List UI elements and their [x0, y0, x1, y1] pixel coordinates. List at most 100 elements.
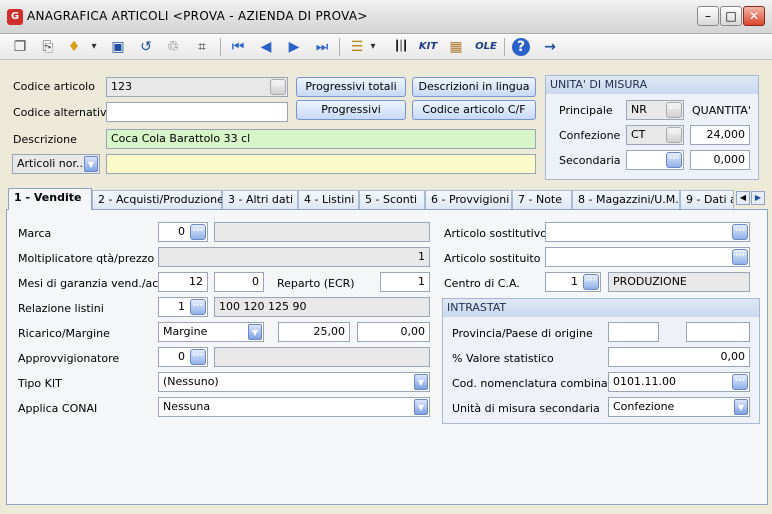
tab-scroll-left-icon[interactable]: ◀ [736, 191, 750, 205]
centro-ca-description: PRODUZIONE [608, 272, 750, 292]
save-icon[interactable]: ▣ [108, 37, 128, 57]
um-confezione-quantity[interactable]: 24,000 [690, 125, 750, 145]
applica-conai-label: Applica CONAI [18, 402, 98, 415]
provincia-paese-label: Provincia/Paese di origine [452, 327, 593, 340]
unita-misura-title: UNITA' DI MISURA [546, 76, 758, 94]
tab-listini[interactable]: 4 - Listini [298, 190, 359, 209]
close-button[interactable]: ✕ [743, 6, 765, 26]
codice-alternativo-label: Codice alternativo [13, 106, 114, 119]
tab-dati-aggiuntivi[interactable]: 9 - Dati a [680, 190, 734, 209]
tag-icon[interactable]: ♦ [64, 37, 84, 57]
mesi-garanzia-acquisto-field[interactable]: 0 [214, 272, 264, 292]
intrastat-title: INTRASTAT [443, 299, 759, 317]
extra-description-field[interactable] [106, 154, 536, 174]
codice-articolo-field[interactable]: 123 [106, 77, 288, 97]
binoculars-icon[interactable]: ⌗ [192, 37, 212, 57]
paese-origine-field[interactable] [686, 322, 750, 342]
progressivi-button[interactable]: Progressivi [296, 100, 406, 120]
progressivi-totali-button[interactable]: Progressivi totali [296, 77, 406, 97]
toolbar-separator [504, 38, 505, 56]
chevron-down-icon[interactable]: ▼ [734, 399, 748, 415]
provincia-origine-field[interactable] [608, 322, 659, 342]
um-principale-lookup-button[interactable]: ··· [666, 102, 682, 118]
package-icon[interactable]: ▦ [446, 37, 466, 57]
help-icon[interactable]: ? [512, 38, 530, 56]
codice-articolo-lookup-button[interactable]: ··· [270, 79, 286, 95]
codice-alternativo-field[interactable] [106, 102, 288, 122]
copy-icon[interactable]: ⎘ [38, 37, 58, 57]
um-secondaria-intrastat-label: Unità di misura secondaria [452, 402, 600, 415]
articolo-sostituito-label: Articolo sostituito [444, 252, 541, 265]
approvvigionatore-label: Approvvigionatore [18, 352, 120, 365]
approvvigionatore-description [214, 347, 430, 367]
last-record-icon[interactable]: ⏭ [312, 37, 332, 57]
tab-bar: 1 - Vendite 2 - Acquisti/Produzione 3 - … [6, 188, 768, 210]
nomenclatura-field[interactable]: 0101.11.00 [608, 372, 750, 392]
centro-ca-label: Centro di C.A. [444, 277, 520, 290]
maximize-button[interactable]: □ [720, 6, 742, 26]
barcode-icon[interactable]: ┃│┃ [390, 37, 410, 57]
tab-vendite[interactable]: 1 - Vendite [8, 188, 92, 210]
articolo-sostitutivo-lookup-button[interactable]: ··· [732, 224, 748, 240]
marca-label: Marca [18, 227, 52, 240]
articolo-sostituito-lookup-button[interactable]: ··· [732, 249, 748, 265]
exit-icon[interactable]: → [540, 37, 560, 57]
tab-altri-dati[interactable]: 3 - Altri dati [222, 190, 298, 209]
mesi-garanzia-vendita-field[interactable]: 12 [158, 272, 208, 292]
um-confezione-lookup-button[interactable]: ··· [666, 127, 682, 143]
marca-description-field [214, 222, 430, 242]
next-record-icon[interactable]: ▶ [284, 37, 304, 57]
codice-articolo-cf-button[interactable]: Codice articolo C/F [412, 100, 536, 120]
tab-provvigioni[interactable]: 6 - Provvigioni [425, 190, 512, 209]
relazione-listini-label: Relazione listini [18, 302, 104, 315]
um-principale-label: Principale [559, 104, 613, 117]
moltiplicatore-field[interactable]: 1 [158, 247, 430, 267]
descrizioni-lingua-button[interactable]: Descrizioni in lingua [412, 77, 536, 97]
um-secondaria-lookup-button[interactable]: ··· [666, 152, 682, 168]
reparto-field[interactable]: 1 [380, 272, 430, 292]
ole-icon[interactable]: OLE [474, 37, 498, 57]
tipo-kit-select[interactable]: (Nessuno) [158, 372, 430, 392]
ricarico-value2-field[interactable]: 0,00 [357, 322, 430, 342]
centro-ca-lookup-button[interactable]: ··· [583, 274, 599, 290]
nomenclatura-lookup-button[interactable]: ··· [732, 374, 748, 390]
tab-scroll-right-icon[interactable]: ▶ [751, 191, 765, 205]
moltiplicatore-label: Moltiplicatore qtà/prezzo [18, 252, 155, 265]
first-record-icon[interactable]: ⏮ [228, 37, 248, 57]
applica-conai-select[interactable]: Nessuna [158, 397, 430, 417]
chevron-down-icon[interactable]: ▼ [414, 374, 428, 390]
articolo-sostituito-field[interactable] [545, 247, 750, 267]
chevron-down-icon[interactable]: ▼ [414, 399, 428, 415]
um-secondaria-label: Secondaria [559, 154, 621, 167]
undo-icon[interactable]: ↺ [136, 37, 156, 57]
tab-note[interactable]: 7 - Note [512, 190, 572, 209]
marca-lookup-button[interactable]: ··· [190, 224, 206, 240]
tag-dropdown-icon[interactable]: ▾ [88, 37, 100, 57]
descrizione-field[interactable]: Coca Cola Barattolo 33 cl [106, 129, 536, 149]
chevron-down-icon[interactable]: ▼ [84, 156, 98, 172]
um-secondaria-intrastat-select[interactable]: Confezione [608, 397, 750, 417]
um-secondaria-quantity[interactable]: 0,000 [690, 150, 750, 170]
approvvigionatore-lookup-button[interactable]: ··· [190, 349, 206, 365]
window-title: ANAGRAFICA ARTICOLI <PROVA - AZIENDA DI … [27, 9, 368, 23]
app-icon: G [7, 9, 23, 25]
relazione-listini-lookup-button[interactable]: ··· [190, 299, 206, 315]
kit-icon[interactable]: KIT [418, 37, 438, 57]
minimize-button[interactable]: – [697, 6, 719, 26]
valore-statistico-field[interactable]: 0,00 [608, 347, 750, 367]
tab-acquisti-produzione[interactable]: 2 - Acquisti/Produzione [92, 190, 224, 209]
tab-sconti[interactable]: 5 - Sconti [359, 190, 425, 209]
toolbar-separator [220, 38, 221, 56]
quantita-label: QUANTITA' [692, 104, 751, 117]
valore-statistico-label: % Valore statistico [452, 352, 554, 365]
ricarico-value1-field[interactable]: 25,00 [278, 322, 350, 342]
list-view-icon[interactable]: ☰ [347, 37, 367, 57]
list-dropdown-icon[interactable]: ▾ [367, 37, 379, 57]
tab-magazzini[interactable]: 8 - Magazzini/U.M. [572, 190, 680, 209]
new-document-icon[interactable]: ❐ [10, 37, 30, 57]
articolo-sostitutivo-field[interactable] [545, 222, 750, 242]
title-bar: G ANAGRAFICA ARTICOLI <PROVA - AZIENDA D… [0, 0, 772, 34]
chevron-down-icon[interactable]: ▼ [248, 324, 262, 340]
previous-record-icon[interactable]: ◀ [256, 37, 276, 57]
delete-icon[interactable]: ♲ [163, 37, 183, 57]
